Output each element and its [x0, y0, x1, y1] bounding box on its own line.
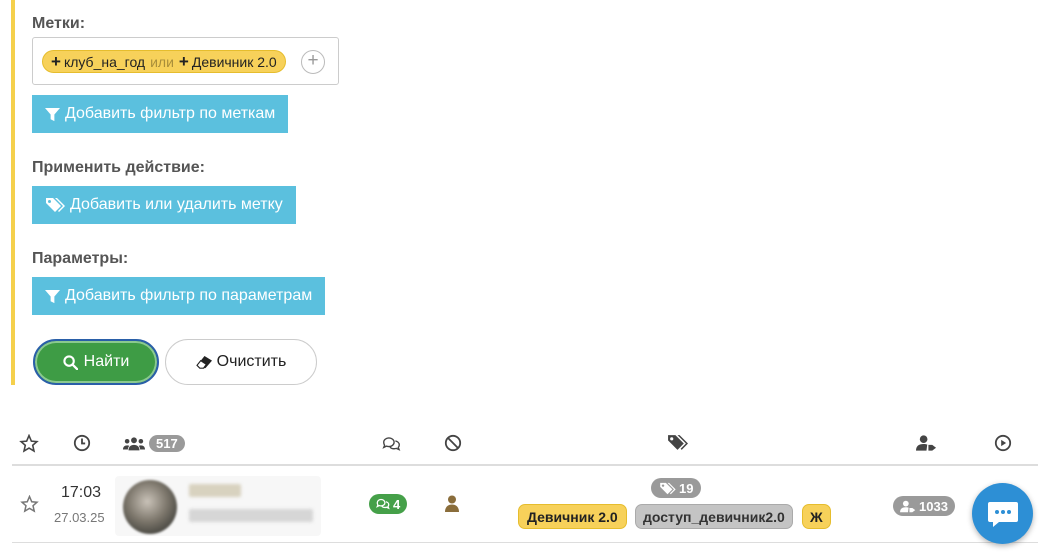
- search-icon: [63, 354, 78, 370]
- star-icon[interactable]: [20, 495, 39, 513]
- find-button-label: Найти: [83, 353, 130, 370]
- eraser-icon: [195, 355, 212, 369]
- filter-icon: [45, 289, 60, 303]
- avatar: [123, 480, 177, 534]
- followers-badge: 1033: [893, 496, 955, 516]
- user-info[interactable]: [115, 476, 321, 536]
- ban-icon[interactable]: [444, 434, 462, 452]
- add-tag-button[interactable]: +: [301, 50, 325, 74]
- add-tag-filter-button[interactable]: Добавить фильтр по меткам: [32, 95, 289, 133]
- tags-count: 19: [679, 480, 694, 496]
- find-button[interactable]: Найти: [33, 339, 159, 385]
- tag-dostup[interactable]: доступ_девичник2.0: [635, 504, 793, 529]
- action-label: Применить действие:: [32, 159, 205, 176]
- filter-icon: [45, 107, 60, 121]
- user-name-blurred: [189, 484, 241, 497]
- tags-icon[interactable]: [667, 434, 688, 451]
- row-date: 27.03.25: [54, 510, 105, 525]
- messages-badge[interactable]: 4: [369, 494, 408, 514]
- add-remove-tag-label: Добавить или удалить метку: [70, 196, 283, 213]
- comments-icon[interactable]: [382, 436, 401, 452]
- clear-button[interactable]: Очистить: [165, 339, 317, 385]
- clear-button-label: Очистить: [216, 353, 287, 370]
- users-column-header[interactable]: 517: [123, 435, 185, 452]
- table-header: 517: [12, 425, 1038, 466]
- followers-count: 1033: [919, 498, 948, 514]
- user-id-blurred: [189, 509, 313, 522]
- tags-icon: [46, 198, 65, 212]
- comments-icon: [376, 498, 390, 510]
- tag-devichnik[interactable]: Девичник 2.0: [518, 504, 627, 529]
- tag-filter-item-1: клуб_на_год: [63, 53, 146, 70]
- users-icon: [123, 436, 145, 450]
- plus-icon: +: [51, 52, 61, 71]
- star-icon[interactable]: [19, 434, 39, 453]
- clock-icon[interactable]: [73, 434, 91, 452]
- filter-panel: Метки: + клуб_на_год или + Девичник 2.0 …: [11, 0, 1044, 385]
- add-remove-tag-button[interactable]: Добавить или удалить метку: [32, 186, 296, 224]
- chat-button[interactable]: [972, 483, 1033, 544]
- tag-filter-pill[interactable]: + клуб_на_год или + Девичник 2.0: [42, 50, 286, 73]
- tags-label: Метки:: [32, 15, 86, 32]
- tags-icon: [660, 482, 676, 494]
- messages-count: 4: [393, 496, 401, 512]
- user-tag-icon: [900, 500, 916, 512]
- add-tag-filter-label: Добавить фильтр по меткам: [65, 105, 276, 122]
- tag-gender[interactable]: Ж: [802, 504, 831, 529]
- row-time: 17:03: [61, 484, 102, 501]
- tags-filter-box[interactable]: + клуб_на_год или + Девичник 2.0 +: [32, 37, 339, 85]
- add-param-filter-label: Добавить фильтр по параметрам: [65, 287, 313, 304]
- play-icon[interactable]: [994, 434, 1012, 452]
- tags-count-badge: 19: [651, 478, 702, 498]
- add-param-filter-button[interactable]: Добавить фильтр по параметрам: [32, 277, 326, 315]
- users-count-badge: 517: [149, 435, 185, 452]
- table-row[interactable]: 17:03 27.03.25 4 19 Девичник 2.0 доступ_…: [12, 467, 1038, 543]
- chat-bubble-icon: [987, 501, 1018, 527]
- params-label: Параметры:: [32, 250, 129, 267]
- tag-filter-or: или: [150, 53, 174, 70]
- plus-icon: +: [178, 52, 189, 71]
- user-tag-icon[interactable]: [916, 434, 937, 452]
- user-icon: [445, 495, 459, 512]
- tag-filter-item-2: Девичник 2.0: [191, 53, 277, 70]
